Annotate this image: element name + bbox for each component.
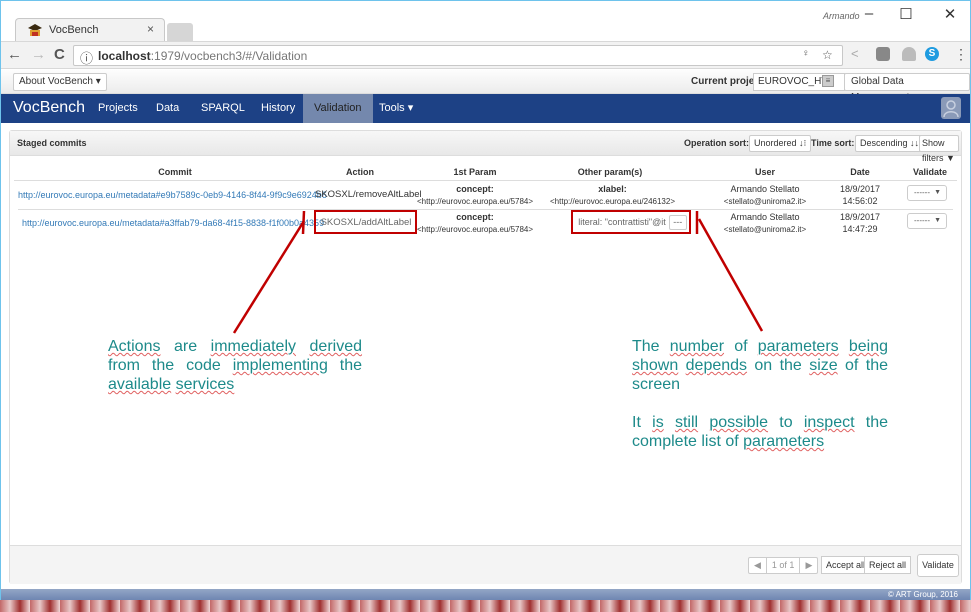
annotation-word: derived bbox=[309, 338, 363, 355]
annotation-word: still bbox=[674, 414, 699, 431]
right-callout-arrow bbox=[697, 218, 764, 332]
url-input[interactable]: ⓘ localhost:1979/vocbench3/#/Validation … bbox=[73, 45, 843, 66]
browser-titlebar: VocBench × Armando – ☐ ✕ bbox=[1, 1, 970, 42]
tab-close-icon[interactable]: × bbox=[147, 22, 154, 36]
annotation-line: The number of parameters being bbox=[632, 338, 888, 355]
browser-menu-icon[interactable]: ⋮ bbox=[954, 46, 968, 63]
annotation-word: possible bbox=[709, 414, 769, 431]
bookmark-star-icon[interactable]: ☆ bbox=[822, 48, 833, 62]
validate-button[interactable]: Validate bbox=[917, 554, 959, 577]
staged-commits-panel: Staged commits Operation sort: Unordered… bbox=[9, 130, 962, 584]
maximize-icon[interactable]: ☐ bbox=[891, 5, 921, 23]
app-topbar: About VocBench ▾ Current project: EUROVO… bbox=[1, 70, 970, 103]
pagination: ◀ 1 of 1 ▶ bbox=[748, 557, 819, 574]
annotation-params: The number of parameters being shown dep… bbox=[632, 337, 888, 451]
annotation-spacer bbox=[632, 394, 888, 413]
annotation-word: parameters bbox=[743, 433, 825, 450]
annotation-word: Actions bbox=[108, 338, 161, 355]
project-menu-icon[interactable]: ≡ bbox=[822, 75, 834, 87]
browser-address-bar: ← → C ⓘ localhost:1979/vocbench3/#/Valid… bbox=[1, 41, 970, 69]
annotation-word: parameters bbox=[757, 338, 839, 355]
annotation-word: available bbox=[108, 376, 172, 393]
reload-icon[interactable]: C bbox=[54, 46, 65, 63]
annotation-line: Actions are immediately derived bbox=[108, 338, 363, 355]
annotation-word: number bbox=[669, 338, 725, 355]
annotation-word: services bbox=[175, 376, 235, 393]
extension-icon[interactable] bbox=[876, 47, 890, 61]
annotation-word: is bbox=[652, 414, 664, 431]
annotation-word: shown bbox=[632, 357, 679, 374]
copyright-text: © ART Group, 2016 bbox=[887, 590, 958, 599]
app-footer: © ART Group, 2016 bbox=[1, 589, 970, 600]
browser-window: VocBench × Armando – ☐ ✕ ← → C ⓘ localho… bbox=[0, 0, 971, 600]
global-data-management-dropdown[interactable]: Global Data Management ▾ bbox=[844, 73, 970, 103]
key-icon[interactable]: ♀ bbox=[802, 48, 810, 59]
left-callout-arrow bbox=[232, 220, 306, 334]
annotation-actions: Actions are immediately derived from the… bbox=[108, 337, 362, 394]
panel-footer: ◀ 1 of 1 ▶ Accept all Reject all Validat… bbox=[10, 545, 961, 584]
annotation-word: being bbox=[848, 338, 888, 355]
annotation-line: shown depends on the size of the bbox=[632, 357, 888, 374]
annotation-word: inspect bbox=[803, 414, 855, 431]
url-host: localhost bbox=[98, 49, 151, 63]
nav-item-validation[interactable]: Validation bbox=[303, 94, 373, 123]
nav-item-sparql[interactable]: SPARQL bbox=[191, 94, 255, 123]
annotation-line: It is still possible to inspect the bbox=[632, 414, 889, 431]
annotation-word: size bbox=[809, 357, 838, 374]
annotation-line: screen bbox=[632, 376, 681, 393]
close-window-icon[interactable]: ✕ bbox=[935, 5, 965, 23]
decorative-strip bbox=[0, 600, 971, 612]
nav-item-history[interactable]: History bbox=[251, 94, 305, 123]
annotation-line: from the code implementing the bbox=[108, 357, 362, 374]
user-avatar-icon[interactable] bbox=[941, 97, 961, 119]
vocbench-favicon-icon bbox=[28, 24, 42, 36]
annotation-word: immediately bbox=[210, 338, 296, 355]
about-vocbench-dropdown[interactable]: About VocBench ▾ bbox=[13, 73, 107, 91]
browser-tab[interactable]: VocBench × bbox=[15, 18, 165, 42]
url-text: localhost:1979/vocbench3/#/Validation bbox=[98, 49, 307, 63]
forward-arrow-icon[interactable]: → bbox=[31, 46, 46, 63]
next-page-button[interactable]: ▶ bbox=[800, 558, 817, 573]
nav-item-data[interactable]: Data bbox=[146, 94, 189, 123]
nav-item-projects[interactable]: Projects bbox=[88, 94, 148, 123]
page-indicator: 1 of 1 bbox=[767, 558, 801, 573]
nav-item-tools[interactable]: Tools ▾ bbox=[369, 94, 423, 123]
annotation-line: complete list of parameters bbox=[632, 433, 825, 450]
minimize-icon[interactable]: – bbox=[854, 5, 884, 22]
new-tab-button[interactable] bbox=[167, 23, 193, 41]
info-icon[interactable]: ⓘ bbox=[80, 48, 93, 67]
tab-title: VocBench bbox=[49, 24, 99, 36]
reject-all-button[interactable]: Reject all bbox=[864, 556, 912, 574]
share-icon[interactable]: < bbox=[851, 46, 859, 61]
annotation-word: depends bbox=[685, 357, 748, 374]
annotation-line: available services bbox=[108, 375, 362, 394]
brand-logo[interactable]: VocBench bbox=[13, 99, 85, 117]
skype-extension-icon[interactable]: S bbox=[925, 47, 939, 61]
prev-page-button[interactable]: ◀ bbox=[749, 558, 767, 573]
annotation-word: implementing bbox=[232, 357, 328, 374]
accept-all-button[interactable]: Accept all bbox=[821, 556, 871, 574]
url-path: :1979/vocbench3/#/Validation bbox=[150, 49, 308, 63]
drive-extension-icon[interactable] bbox=[902, 47, 916, 61]
main-navbar: VocBench Projects Data SPARQL History Va… bbox=[1, 94, 970, 123]
back-arrow-icon[interactable]: ← bbox=[7, 46, 22, 63]
